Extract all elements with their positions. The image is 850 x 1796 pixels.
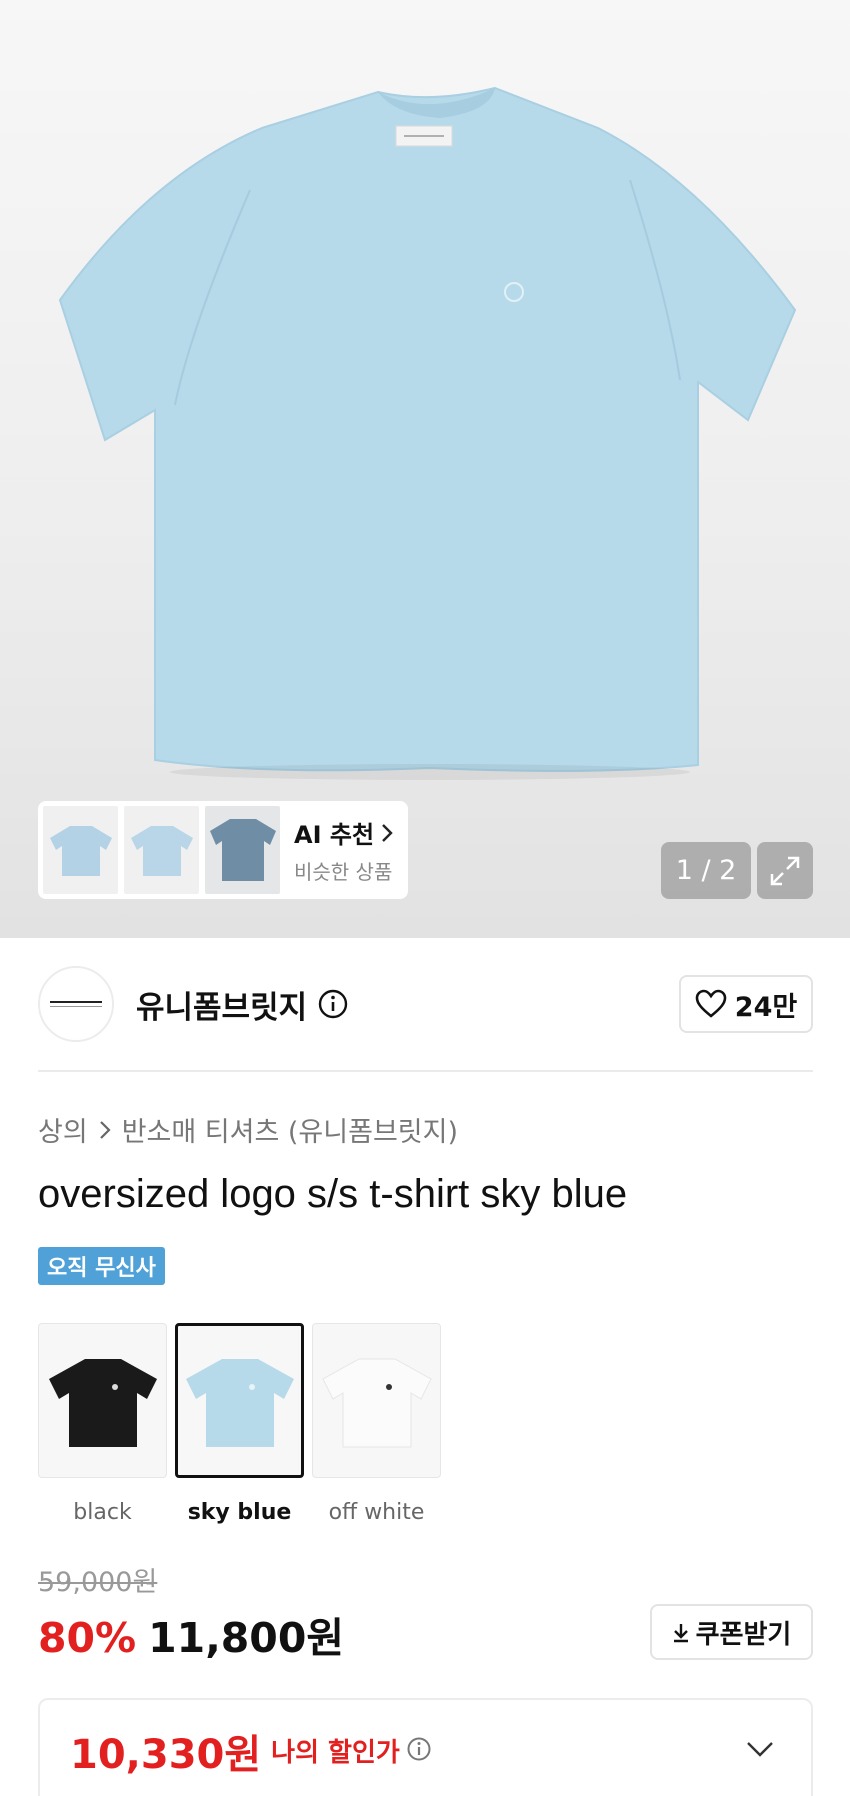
recommendation-thumbnail[interactable] — [205, 806, 280, 894]
breadcrumb-subcategory[interactable]: 반소매 티셔츠 (유니폼브릿지) — [122, 1110, 458, 1149]
discount-rate: 80% — [38, 1614, 137, 1662]
expand-button[interactable] — [757, 842, 813, 899]
brand-name[interactable]: 유니폼브릿지 — [136, 982, 307, 1027]
recommendation-thumbnail[interactable] — [124, 806, 199, 894]
color-option-sky-blue[interactable]: sky blue — [175, 1323, 304, 1525]
brand-row: 유니폼브릿지 24만 — [38, 966, 813, 1042]
info-icon[interactable] — [317, 988, 349, 1020]
chevron-right-icon — [99, 1120, 111, 1139]
my-price-label: 나의 할인가 — [271, 1738, 400, 1768]
color-option-black[interactable]: black — [38, 1323, 167, 1525]
product-image-gallery[interactable]: AI 추천 비슷한 상품 1 / 2 — [0, 0, 850, 938]
coupon-button[interactable]: 쿠폰받기 — [650, 1604, 813, 1660]
color-label: sky blue — [187, 1500, 292, 1525]
ai-recommend-title[interactable]: AI 추천 — [294, 815, 374, 850]
price-row: 80% 11,800원 — [38, 1604, 344, 1664]
ai-recommendation-panel[interactable]: AI 추천 비슷한 상품 — [38, 801, 408, 899]
like-count: 24만 — [734, 991, 798, 1023]
recommendation-thumbnail[interactable] — [43, 806, 118, 894]
color-label: off white — [328, 1500, 425, 1525]
exclusive-badge: 오직 무신사 — [38, 1247, 165, 1285]
brand-logo[interactable] — [38, 966, 114, 1042]
heart-icon — [695, 989, 727, 1018]
coupon-label: 쿠폰받기 — [695, 1619, 792, 1650]
swatch-image[interactable] — [38, 1323, 167, 1478]
info-icon[interactable] — [406, 1736, 432, 1766]
image-counter: 1 / 2 — [661, 842, 751, 899]
swatch-image[interactable] — [312, 1323, 441, 1478]
product-main-image — [58, 86, 797, 780]
original-price: 59,000원 — [38, 1567, 158, 1598]
expand-icon — [770, 856, 800, 885]
swatch-image[interactable] — [175, 1323, 304, 1478]
ai-recommend-subtitle: 비슷한 상품 — [294, 860, 393, 884]
chevron-down-icon[interactable] — [745, 1740, 775, 1758]
color-option-off-white[interactable]: off white — [312, 1323, 441, 1525]
color-label: black — [73, 1500, 132, 1525]
color-options: black sky blue off white — [38, 1323, 441, 1525]
my-discount-price-panel[interactable]: 10,330원 나의 할인가 — [38, 1698, 813, 1796]
breadcrumb: 상의 반소매 티셔츠 (유니폼브릿지) — [38, 1110, 458, 1149]
product-title: oversized logo s/s t-shirt sky blue — [38, 1172, 628, 1216]
breadcrumb-category[interactable]: 상의 — [38, 1110, 88, 1149]
download-icon — [673, 1624, 688, 1643]
divider — [38, 1070, 813, 1072]
like-button[interactable]: 24만 — [679, 975, 813, 1033]
chevron-right-icon — [382, 823, 393, 842]
sale-price: 11,800원 — [148, 1614, 345, 1662]
my-price-value: 10,330원 — [70, 1732, 262, 1778]
